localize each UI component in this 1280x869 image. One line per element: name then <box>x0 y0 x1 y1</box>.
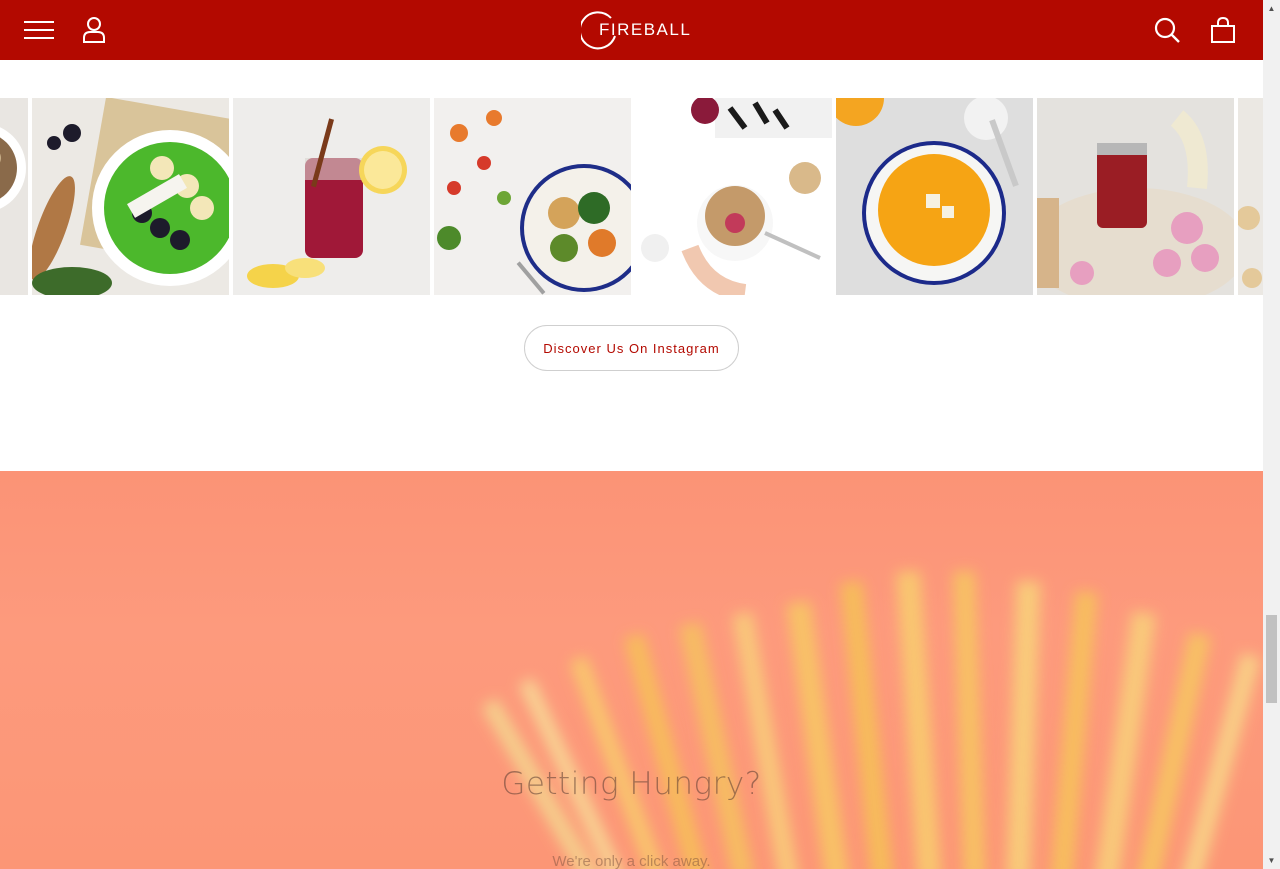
scroll-up-arrow-icon[interactable]: ▲ <box>1263 0 1280 17</box>
scrollbar-thumb[interactable] <box>1266 615 1277 703</box>
header-right-group <box>1151 16 1239 44</box>
brand-name: FIREBALL <box>599 20 692 39</box>
header-left-group <box>24 16 110 44</box>
spaghetti-background-image <box>481 570 1261 869</box>
instagram-tile[interactable] <box>434 98 631 295</box>
user-icon[interactable] <box>78 16 110 44</box>
instagram-gallery <box>0 98 1263 295</box>
site-header: FIREBALL <box>0 0 1263 60</box>
hero-subtitle: We're only a click away. <box>552 853 711 869</box>
hero-title: Getting Hungry? <box>501 766 762 802</box>
instagram-tile[interactable] <box>635 98 832 295</box>
instagram-tile[interactable] <box>32 98 229 295</box>
instagram-tile[interactable] <box>1238 98 1263 295</box>
instagram-tile[interactable] <box>0 98 28 295</box>
search-icon[interactable] <box>1151 16 1183 44</box>
shopping-bag-icon[interactable] <box>1207 16 1239 44</box>
page-scrollbar[interactable]: ▲ ▼ <box>1263 0 1280 869</box>
instagram-tile[interactable] <box>836 98 1033 295</box>
instagram-tile[interactable] <box>233 98 430 295</box>
scroll-down-arrow-icon[interactable]: ▼ <box>1263 852 1280 869</box>
hamburger-menu-icon[interactable] <box>24 16 56 44</box>
instagram-tile[interactable] <box>1037 98 1234 295</box>
getting-hungry-hero: Getting Hungry? We're only a click away. <box>0 471 1263 869</box>
brand-logo[interactable]: FIREBALL <box>581 10 691 50</box>
discover-instagram-button[interactable]: Discover Us On Instagram <box>524 325 739 371</box>
